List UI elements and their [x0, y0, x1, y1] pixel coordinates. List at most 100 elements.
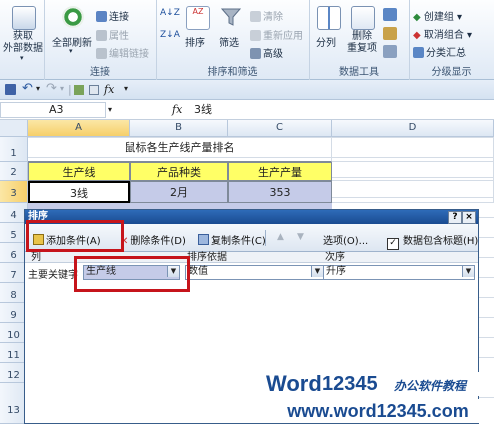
copy-level-icon: [198, 234, 209, 245]
edit-links-label: 编辑链接: [109, 49, 149, 60]
connections-button[interactable]: 连接: [96, 8, 129, 23]
column-header-b[interactable]: B: [130, 120, 228, 137]
sort-on-select[interactable]: 数值 ▼: [185, 265, 324, 280]
properties-button[interactable]: 属性: [96, 27, 129, 42]
get-external-data-arrow: ▾: [20, 54, 24, 62]
formula-input[interactable]: 3线: [190, 102, 490, 118]
cell-d3[interactable]: [332, 181, 494, 203]
refresh-icon: [62, 6, 84, 28]
get-external-data-label: 获取 外部数据: [3, 31, 43, 54]
ungroup-button[interactable]: ◆ 取消组合 ▾: [413, 26, 472, 41]
cell-b2-header[interactable]: 产品种类: [130, 162, 228, 181]
watermark-digits: 12345: [322, 373, 378, 395]
subtotal-button[interactable]: 分类汇总: [413, 44, 466, 59]
row-header-3[interactable]: 3: [0, 181, 28, 203]
cell-d2[interactable]: [332, 162, 494, 181]
save-icon[interactable]: [5, 84, 16, 95]
delete-level-button[interactable]: ✕ 删除条件(D): [120, 232, 186, 247]
group-connections-label: 连接: [90, 67, 110, 78]
cell-a1-title[interactable]: 鼠标各生产线产量排名: [28, 137, 332, 162]
remove-duplicates-icon: [351, 6, 375, 30]
delete-level-label: 删除条件(D): [130, 236, 186, 247]
filter-button[interactable]: 筛选: [216, 4, 246, 60]
validation-icon[interactable]: [383, 8, 397, 21]
column-header-a[interactable]: A: [28, 120, 130, 137]
sort-descending-icon: Z↓A: [160, 30, 180, 40]
options-button[interactable]: 选项(O)...: [323, 232, 368, 247]
highlight-add-level: [26, 220, 124, 252]
sort-button[interactable]: AZ 排序: [182, 4, 212, 60]
text-to-columns-button[interactable]: 分列: [313, 4, 343, 60]
order-select-value: 升序: [326, 266, 346, 277]
what-if-icon[interactable]: [383, 45, 397, 58]
toolbar-separator: [265, 230, 266, 246]
order-select-arrow[interactable]: ▼: [462, 266, 474, 277]
reapply-icon: [250, 30, 261, 41]
sort-qat-icon[interactable]: [74, 85, 84, 95]
help-button[interactable]: ?: [448, 211, 462, 224]
advanced-label: 高级: [263, 49, 283, 60]
ribbon: 获取 外部数据 ▾ 全部刷新 ▾ 连接 属性 编辑链接 连接 A↓Z Z↓A A…: [0, 0, 494, 80]
sort-on-header-label: 排序依据: [187, 252, 227, 263]
formula-bar: A3 ▾ fx 3线: [0, 100, 494, 120]
qat-customize-dropdown[interactable]: ▾: [124, 84, 128, 93]
group-button[interactable]: ◆ 创建组 ▾: [413, 8, 462, 23]
sort-descending-button[interactable]: Z↓A: [160, 30, 180, 40]
has-headers-checkbox[interactable]: ✓: [387, 238, 399, 250]
has-headers-label: 数据包含标题(H): [403, 236, 479, 247]
sort-ascending-icon: A↓Z: [160, 8, 180, 18]
sort-ascending-button[interactable]: A↓Z: [160, 8, 180, 18]
edit-links-button[interactable]: 编辑链接: [96, 45, 149, 60]
name-box-value: A3: [49, 103, 64, 116]
refresh-all-button[interactable]: 全部刷新 ▾: [50, 4, 94, 60]
group-sort-filter-label: 排序和筛选: [207, 67, 258, 78]
clear-filter-icon: [250, 11, 261, 22]
remove-duplicates-button[interactable]: 删除 重复项: [345, 4, 379, 60]
insert-function-icon[interactable]: fx: [104, 83, 114, 96]
group-outline: ◆ 创建组 ▾ ◆ 取消组合 ▾ 分类汇总 分级显示: [409, 0, 494, 80]
quick-access-toolbar: ↶ ▾ ↷ ▾ | fx ▾: [0, 80, 494, 100]
has-headers-toggle[interactable]: ✓ 数据包含标题(H): [387, 232, 478, 250]
print-preview-icon[interactable]: [89, 85, 99, 95]
ungroup-icon: ◆: [413, 30, 424, 41]
row-header-1[interactable]: 1: [0, 137, 28, 162]
columns-icon: [317, 6, 341, 30]
group-sort-filter: A↓Z Z↓A AZ 排序 筛选 清除 重新应用 高级 排序和筛选: [156, 0, 310, 80]
get-external-data-button[interactable]: 获取 外部数据 ▾: [3, 4, 43, 62]
reapply-button[interactable]: 重新应用: [250, 27, 303, 42]
move-up-button[interactable]: ▲: [277, 232, 284, 242]
clear-button[interactable]: 清除: [250, 8, 283, 23]
group-data-tools-label: 数据工具: [339, 67, 379, 78]
filter-label: 筛选: [219, 38, 239, 49]
column-header-d[interactable]: D: [332, 120, 494, 137]
redo-icon[interactable]: ↷: [46, 81, 57, 96]
highlight-column-select: [74, 256, 190, 292]
select-all-corner[interactable]: [0, 120, 28, 137]
cell-d1[interactable]: [332, 137, 494, 162]
consolidate-icon[interactable]: [383, 27, 397, 40]
order-header-label: 次序: [325, 252, 345, 263]
advanced-button[interactable]: 高级: [250, 45, 283, 60]
connections-icon: [96, 11, 107, 22]
cell-c2-header[interactable]: 生产产量: [228, 162, 332, 181]
name-box-dropdown[interactable]: ▾: [108, 105, 112, 114]
clear-label: 清除: [263, 12, 283, 23]
database-icon: [12, 6, 36, 30]
cell-c3[interactable]: 353: [228, 181, 332, 203]
sort-on-select-arrow[interactable]: ▼: [311, 266, 323, 277]
undo-icon[interactable]: ↶: [22, 81, 33, 96]
undo-dropdown[interactable]: ▾: [36, 84, 40, 93]
row-header-2[interactable]: 2: [0, 162, 28, 181]
link-icon: [96, 48, 107, 59]
fx-icon[interactable]: fx: [172, 103, 182, 116]
copy-level-button[interactable]: 复制条件(C): [198, 232, 266, 247]
cell-a3-active[interactable]: 3线: [28, 181, 130, 203]
cell-a2-header[interactable]: 生产线: [28, 162, 130, 181]
close-button[interactable]: ×: [462, 211, 476, 224]
move-down-button[interactable]: ▼: [297, 232, 304, 242]
column-header-c[interactable]: C: [228, 120, 332, 137]
name-box[interactable]: A3: [0, 102, 106, 118]
redo-dropdown[interactable]: ▾: [60, 84, 64, 93]
order-select[interactable]: 升序 ▼: [323, 265, 475, 280]
cell-b3[interactable]: 2月: [130, 181, 228, 203]
